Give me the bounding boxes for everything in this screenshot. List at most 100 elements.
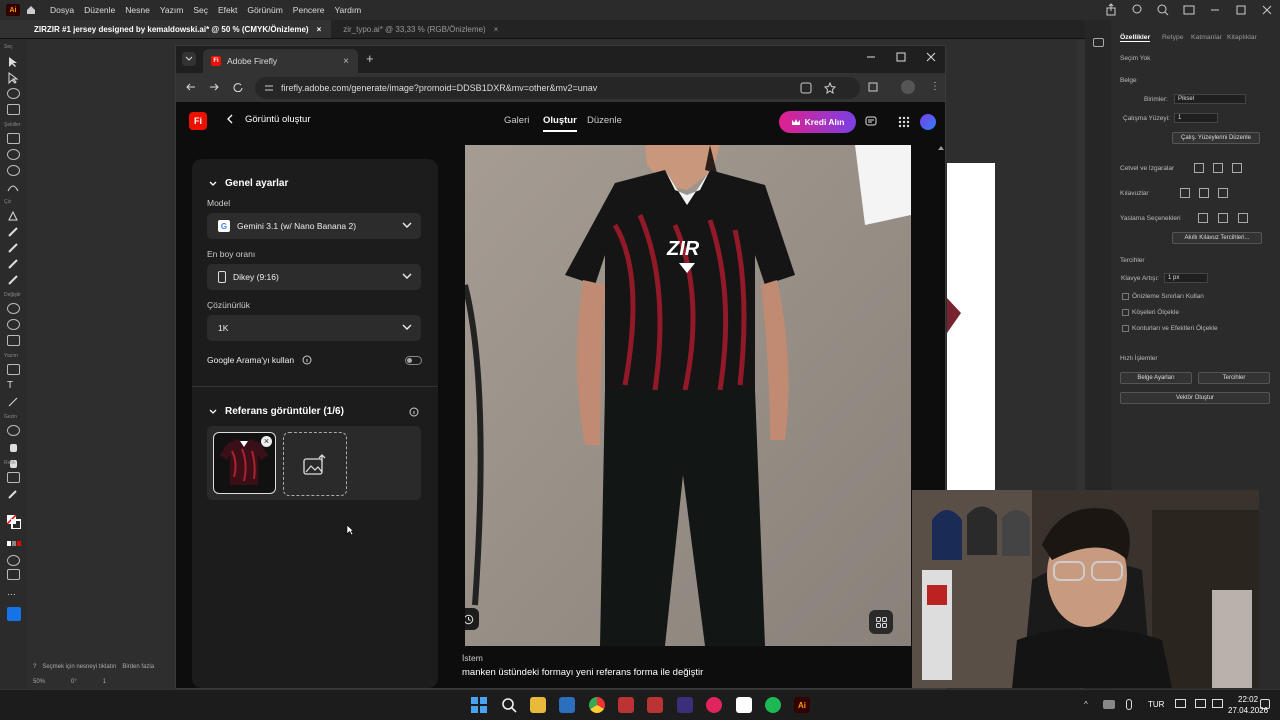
tab-search-icon[interactable] <box>182 52 196 66</box>
photos-icon[interactable] <box>559 697 575 713</box>
extensions-icon[interactable] <box>867 81 879 93</box>
keyboard-increment-input[interactable]: 1 px <box>1164 273 1208 283</box>
info-icon[interactable] <box>302 355 312 365</box>
app-icon-4[interactable] <box>706 697 722 713</box>
scale-strokes-checkbox[interactable] <box>1122 325 1129 332</box>
tab-layers[interactable]: Katmanlar <box>1191 34 1222 41</box>
collapse-chevron-icon[interactable] <box>209 181 217 187</box>
zoom-tool-icon[interactable] <box>7 425 20 436</box>
prompt-box[interactable]: İstem manken üstündeki formayı yeni refe… <box>462 646 912 688</box>
general-settings-title[interactable]: Genel ayarlar <box>225 178 288 189</box>
start-icon[interactable] <box>471 697 487 713</box>
nav-generate[interactable]: Oluştur <box>543 115 577 132</box>
tab-libraries[interactable]: Kitaplıklar <box>1227 34 1257 41</box>
mesh-tool-icon[interactable] <box>7 364 20 375</box>
artboard[interactable] <box>947 163 995 490</box>
chrome-icon[interactable] <box>589 697 605 713</box>
remove-image-icon[interactable]: × <box>261 436 272 447</box>
eyedropper-tool-icon[interactable] <box>7 488 20 499</box>
menu-item[interactable]: Düzenle <box>84 5 115 15</box>
notifications-icon[interactable] <box>1260 699 1270 709</box>
pixel-grid-icon[interactable] <box>1232 163 1242 173</box>
gradient-tool-icon[interactable] <box>7 472 20 483</box>
site-info-icon[interactable] <box>264 83 274 93</box>
draw-mode-icon[interactable] <box>7 555 20 566</box>
minimize-icon[interactable] <box>866 52 876 62</box>
touch-type-tool-icon[interactable] <box>7 396 20 407</box>
menu-item[interactable]: Yazım <box>160 5 183 15</box>
shaper-tool-icon[interactable] <box>7 181 20 192</box>
file-explorer-icon[interactable] <box>530 697 546 713</box>
menu-item[interactable]: Pencere <box>293 5 325 15</box>
doc-tab-typo[interactable]: zir_typo.ai* @ 33,33 % (RGB/Önizleme) × <box>331 20 508 38</box>
close-icon[interactable] <box>926 52 936 62</box>
close-icon[interactable] <box>1260 3 1274 17</box>
reference-thumbnail[interactable]: × <box>213 432 276 494</box>
tab-retype[interactable]: Retype <box>1162 34 1184 41</box>
fill-stroke-swatch[interactable] <box>7 515 21 529</box>
doc-tab-jersey[interactable]: ZIRZIR #1 jersey designed by kemaldowski… <box>0 20 332 38</box>
menu-item[interactable]: Görünüm <box>247 5 282 15</box>
generated-image[interactable]: ZIR <box>465 145 911 646</box>
info-icon[interactable] <box>409 407 419 417</box>
collapse-chevron-icon[interactable] <box>209 409 217 415</box>
direct-selection-tool-icon[interactable] <box>7 72 20 84</box>
edit-artboards-button[interactable]: Çalış. Yüzeylerini Düzenle <box>1172 132 1260 144</box>
aspect-ratio-dropdown[interactable]: Dikey (9:16) <box>207 264 421 290</box>
lightbulb-icon[interactable] <box>1130 3 1144 17</box>
pencil-tool-icon[interactable] <box>7 226 20 237</box>
color-mode-icons[interactable] <box>7 541 21 552</box>
polygon-tool-icon[interactable] <box>7 165 20 176</box>
close-icon[interactable]: × <box>494 25 499 34</box>
preview-bounds-checkbox[interactable] <box>1122 293 1129 300</box>
upload-reference-button[interactable] <box>283 432 347 496</box>
chrome-menu-icon[interactable]: ⋮ <box>930 81 940 92</box>
back-icon[interactable] <box>186 82 196 92</box>
resolution-dropdown[interactable]: 1K <box>207 315 421 341</box>
menu-item[interactable]: Nesne <box>125 5 150 15</box>
menu-item[interactable]: Efekt <box>218 5 237 15</box>
units-select[interactable]: Piksel <box>1174 94 1246 104</box>
zoom-level[interactable]: 50% <box>33 679 45 685</box>
scale-tool-icon[interactable] <box>7 335 20 346</box>
artboard-number[interactable]: 1 <box>103 679 106 685</box>
language-indicator[interactable]: TUR <box>1148 700 1164 709</box>
tray-chevron-icon[interactable]: ^ <box>1084 700 1088 709</box>
history-button[interactable] <box>465 608 479 630</box>
firefly-logo[interactable]: Fi <box>189 112 207 130</box>
scale-corners-checkbox[interactable] <box>1122 309 1129 316</box>
pen-tool-icon[interactable] <box>7 210 20 221</box>
address-bar[interactable]: firefly.adobe.com/generate/image?promoid… <box>255 77 860 99</box>
home-icon[interactable] <box>26 5 36 15</box>
menu-item[interactable]: Seç <box>193 5 208 15</box>
prompt-text[interactable]: manken üstündeki formayı yeni referans f… <box>462 667 703 678</box>
reference-images-title[interactable]: Referans görüntüler (1/6) <box>225 406 344 417</box>
more-tools-icon[interactable]: … <box>7 587 20 598</box>
profile-avatar[interactable] <box>901 80 915 94</box>
ellipse-tool-icon[interactable] <box>7 149 20 160</box>
share-icon[interactable] <box>1104 3 1118 17</box>
gallery-view-button[interactable] <box>869 610 893 634</box>
search-icon[interactable] <box>501 697 517 713</box>
ruler-icon[interactable] <box>1194 163 1204 173</box>
back-chevron-icon[interactable] <box>226 114 234 124</box>
grid-icon[interactable] <box>1213 163 1223 173</box>
type-tool-icon[interactable]: T <box>7 380 20 391</box>
feedback-icon[interactable] <box>865 116 877 128</box>
model-dropdown[interactable]: G Gemini 3.1 (w/ Nano Banana 2) <box>207 213 421 239</box>
nav-edit[interactable]: Düzenle <box>587 115 622 126</box>
workspace-icon[interactable] <box>1182 3 1196 17</box>
apps-grid-icon[interactable] <box>898 116 910 128</box>
rotate-tool-icon[interactable] <box>7 303 20 314</box>
align-left-icon[interactable] <box>1198 213 1208 223</box>
smart-guides-icon[interactable] <box>1218 188 1228 198</box>
volume-icon[interactable] <box>1195 699 1206 708</box>
lasso-tool-icon[interactable] <box>7 88 20 99</box>
app-icon-2[interactable] <box>647 697 663 713</box>
browser-tab-firefly[interactable]: Fi Adobe Firefly × <box>203 49 358 73</box>
illustrator-taskbar-icon[interactable]: Ai <box>794 697 810 713</box>
app-icon-1[interactable] <box>618 697 634 713</box>
menu-item[interactable]: Yardım <box>334 5 361 15</box>
battery-icon[interactable] <box>1212 699 1223 708</box>
spotify-icon[interactable] <box>765 697 781 713</box>
